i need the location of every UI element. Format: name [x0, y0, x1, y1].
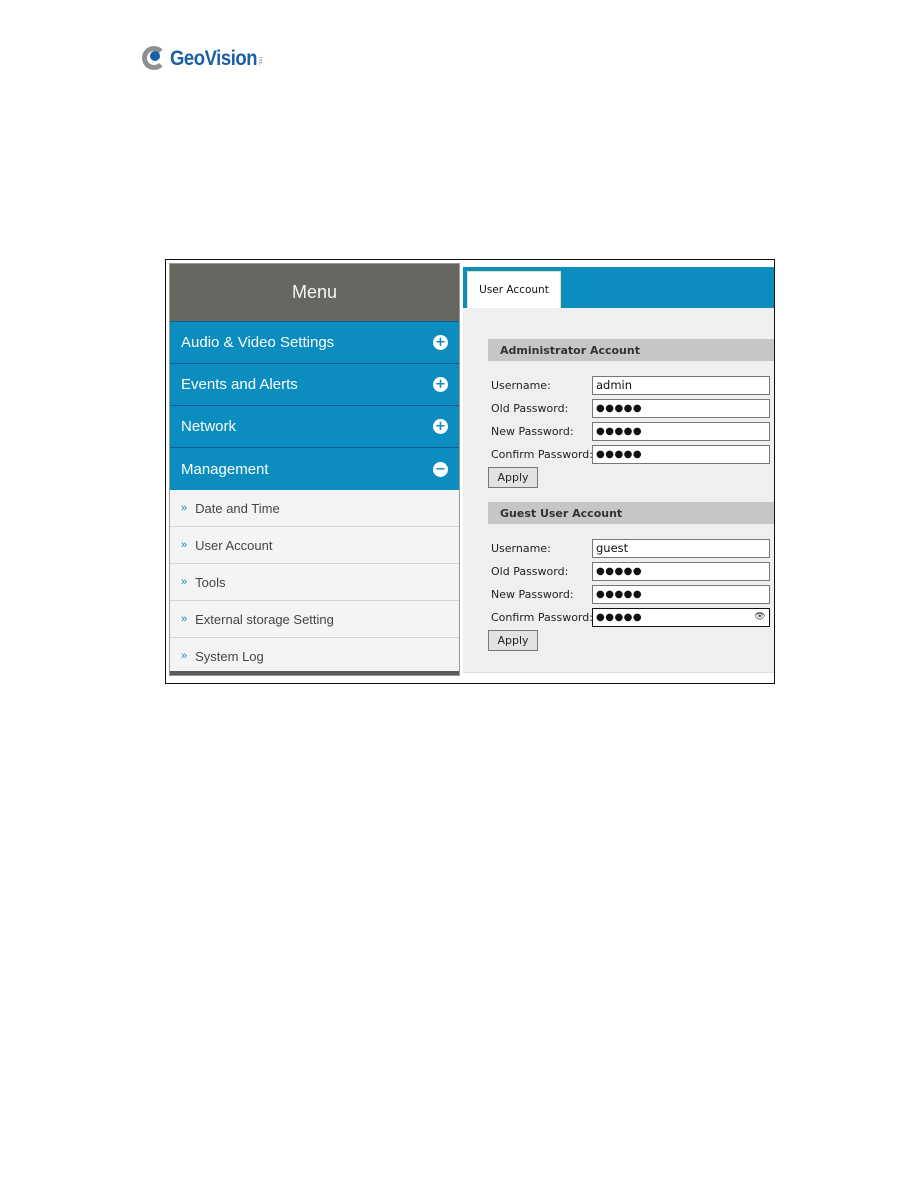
guest-new-password-input[interactable]: ●●●●●: [592, 584, 770, 604]
submenu-item-user-account[interactable]: » User Account: [170, 527, 459, 564]
menu-category-label: Audio & Video Settings: [181, 334, 335, 351]
guest-username-row: Username: guest: [491, 538, 770, 558]
menu-category-events-alerts[interactable]: Events and Alerts +: [170, 363, 459, 405]
submenu-item-label: External storage Setting: [195, 611, 334, 627]
guest-confirm-password-row: Confirm Password: ●●●●● 👁: [491, 607, 770, 627]
brand-suffix: Inc.: [256, 56, 263, 66]
tab-user-account[interactable]: User Account: [467, 271, 561, 308]
main-panel-footer: [463, 672, 774, 683]
eye-icon[interactable]: 👁: [754, 612, 766, 622]
submenu-item-label: User Account: [195, 537, 273, 553]
menu-category-label: Management: [181, 460, 269, 478]
main-panel: User Account Administrator Account Usern…: [463, 267, 774, 683]
sidebar-footer-bar: [170, 671, 459, 675]
double-chevron-right-icon: »: [181, 539, 188, 551]
admin-username-input[interactable]: admin: [592, 375, 770, 395]
guest-confirm-password-value: ●●●●●: [596, 611, 643, 623]
menu-category-management[interactable]: Management −: [170, 447, 459, 490]
sidebar-menu: Menu Audio & Video Settings + Events and…: [169, 263, 460, 676]
guest-confirm-password-input[interactable]: ●●●●● 👁: [592, 607, 770, 627]
submenu-item-external-storage[interactable]: » External storage Setting: [170, 601, 459, 638]
guest-account-header: Guest User Account: [488, 502, 774, 524]
double-chevron-right-icon: »: [181, 613, 188, 625]
admin-confirm-password-row: Confirm Password: ●●●●●: [491, 444, 770, 464]
admin-old-password-input[interactable]: ●●●●●: [592, 398, 770, 418]
admin-new-password-label: New Password:: [491, 424, 574, 438]
brand-name: GeoVision: [170, 47, 258, 70]
menu-category-audio-video[interactable]: Audio & Video Settings +: [170, 321, 459, 363]
submenu-item-system-log[interactable]: » System Log: [170, 638, 459, 675]
plus-circle-icon[interactable]: +: [433, 377, 448, 392]
submenu-item-tools[interactable]: » Tools: [170, 564, 459, 601]
guest-apply-button[interactable]: Apply: [488, 630, 538, 651]
admin-confirm-password-input[interactable]: ●●●●●: [592, 444, 770, 464]
menu-category-label: Network: [181, 418, 237, 435]
menu-title: Menu: [170, 264, 459, 321]
guest-new-password-label: New Password:: [491, 587, 574, 601]
admin-username-label: Username:: [491, 378, 551, 392]
submenu-item-date-time[interactable]: » Date and Time: [170, 490, 459, 527]
double-chevron-right-icon: »: [181, 650, 188, 662]
guest-old-password-row: Old Password: ●●●●●: [491, 561, 770, 581]
submenu-item-label: Tools: [195, 574, 226, 590]
menu-category-network[interactable]: Network +: [170, 405, 459, 447]
admin-new-password-input[interactable]: ●●●●●: [592, 421, 770, 441]
minus-circle-icon[interactable]: −: [433, 461, 448, 477]
submenu-item-label: Date and Time: [195, 500, 280, 516]
admin-new-password-row: New Password: ●●●●●: [491, 421, 770, 441]
guest-username-input[interactable]: guest: [592, 538, 770, 558]
admin-account-header: Administrator Account: [488, 339, 774, 361]
double-chevron-right-icon: »: [181, 576, 188, 588]
double-chevron-right-icon: »: [181, 502, 188, 514]
submenu-item-label: System Log: [195, 648, 264, 664]
admin-username-row: Username: admin: [491, 375, 770, 395]
guest-username-label: Username:: [491, 541, 551, 555]
guest-confirm-password-label: Confirm Password:: [491, 610, 593, 624]
admin-old-password-label: Old Password:: [491, 401, 569, 415]
settings-window: Menu Audio & Video Settings + Events and…: [165, 259, 775, 684]
geovision-logo-icon: [142, 46, 168, 72]
admin-apply-button[interactable]: Apply: [488, 467, 538, 488]
guest-old-password-input[interactable]: ●●●●●: [592, 561, 770, 581]
guest-new-password-row: New Password: ●●●●●: [491, 584, 770, 604]
menu-category-label: Events and Alerts: [181, 376, 298, 393]
admin-old-password-row: Old Password: ●●●●●: [491, 398, 770, 418]
geovision-logo: GeoVision Inc.: [142, 44, 263, 74]
plus-circle-icon[interactable]: +: [433, 335, 448, 350]
tab-bar: User Account: [463, 267, 774, 308]
plus-circle-icon[interactable]: +: [433, 419, 448, 434]
admin-confirm-password-label: Confirm Password:: [491, 447, 593, 461]
guest-old-password-label: Old Password:: [491, 564, 569, 578]
